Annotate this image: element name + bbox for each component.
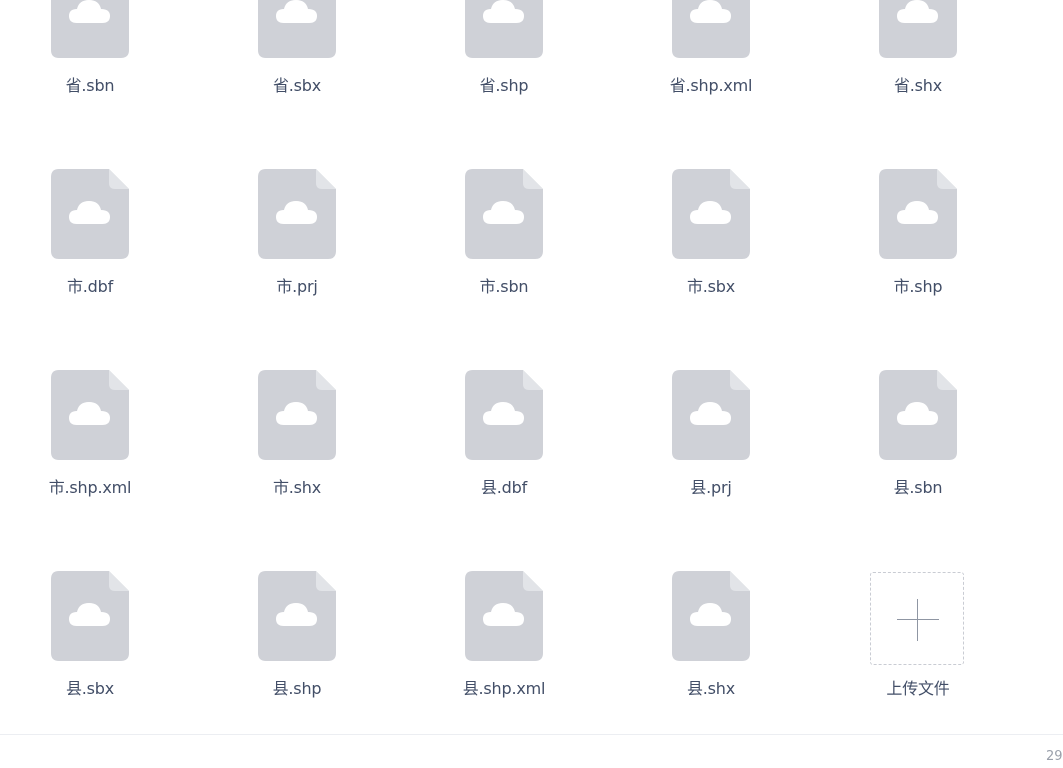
file-item[interactable]: 市.prj bbox=[217, 169, 377, 339]
file-item[interactable]: 市.dbf bbox=[10, 169, 170, 339]
file-cloud-icon bbox=[258, 370, 336, 460]
file-grid: 省.sbn 省.sbx 省.shp 省.shp.xml 省.shx 市.dbf bbox=[0, 0, 1063, 734]
file-item[interactable]: 市.shp bbox=[838, 169, 998, 339]
file-name: 省.shp.xml bbox=[669, 76, 753, 95]
file-name: 县.shx bbox=[686, 679, 736, 698]
file-cloud-icon bbox=[879, 169, 957, 259]
file-cloud-icon bbox=[465, 571, 543, 661]
file-name: 县.sbx bbox=[65, 679, 115, 698]
file-name: 县.dbf bbox=[480, 478, 528, 497]
file-item[interactable]: 市.shp.xml bbox=[10, 370, 170, 540]
file-name: 省.shx bbox=[893, 76, 943, 95]
file-name: 省.sbx bbox=[272, 76, 322, 95]
file-item[interactable]: 县.sbx bbox=[10, 571, 170, 734]
file-name: 市.shp bbox=[893, 277, 943, 296]
file-cloud-icon bbox=[879, 370, 957, 460]
file-cloud-icon bbox=[465, 169, 543, 259]
file-name: 省.sbn bbox=[65, 76, 115, 95]
file-name: 县.prj bbox=[690, 478, 732, 497]
file-name: 市.shx bbox=[272, 478, 322, 497]
file-item[interactable]: 县.shp bbox=[217, 571, 377, 734]
file-cloud-icon bbox=[51, 0, 129, 58]
file-item[interactable]: 县.shp.xml bbox=[424, 571, 584, 734]
upload-file-button[interactable]: 上传文件 bbox=[838, 571, 998, 734]
file-cloud-icon bbox=[51, 169, 129, 259]
file-item[interactable]: 省.shp bbox=[424, 0, 584, 138]
file-item[interactable]: 县.shx bbox=[631, 571, 791, 734]
file-item[interactable]: 省.sbx bbox=[217, 0, 377, 138]
file-item[interactable]: 省.shp.xml bbox=[631, 0, 791, 138]
file-item[interactable]: 县.prj bbox=[631, 370, 791, 540]
plus-icon-horizontal bbox=[897, 619, 939, 620]
file-cloud-icon bbox=[465, 370, 543, 460]
file-cloud-icon bbox=[672, 571, 750, 661]
upload-label: 上传文件 bbox=[886, 679, 950, 698]
file-name: 市.shp.xml bbox=[48, 478, 132, 497]
file-name: 县.shp bbox=[272, 679, 322, 698]
file-cloud-icon bbox=[672, 370, 750, 460]
file-item[interactable]: 市.sbx bbox=[631, 169, 791, 339]
file-cloud-icon bbox=[258, 0, 336, 58]
file-name: 市.prj bbox=[276, 277, 318, 296]
footer-divider bbox=[0, 734, 1063, 735]
file-name: 市.sbn bbox=[479, 277, 529, 296]
plus-icon[interactable] bbox=[870, 572, 964, 665]
file-name: 市.dbf bbox=[66, 277, 114, 296]
file-cloud-icon bbox=[258, 571, 336, 661]
file-item[interactable]: 省.shx bbox=[838, 0, 998, 138]
file-name: 市.sbx bbox=[686, 277, 736, 296]
file-cloud-icon bbox=[258, 169, 336, 259]
plus-icon-vertical bbox=[917, 599, 918, 641]
file-cloud-icon bbox=[879, 0, 957, 58]
file-item[interactable]: 县.sbn bbox=[838, 370, 998, 540]
file-cloud-icon bbox=[672, 0, 750, 58]
file-item[interactable]: 省.sbn bbox=[10, 0, 170, 138]
file-cloud-icon bbox=[51, 571, 129, 661]
file-item[interactable]: 县.dbf bbox=[424, 370, 584, 540]
file-name: 县.shp.xml bbox=[462, 679, 546, 698]
file-cloud-icon bbox=[465, 0, 543, 58]
file-item[interactable]: 市.shx bbox=[217, 370, 377, 540]
file-cloud-icon bbox=[51, 370, 129, 460]
footer-count: 29 bbox=[1046, 749, 1063, 764]
file-item[interactable]: 市.sbn bbox=[424, 169, 584, 339]
file-name: 县.sbn bbox=[893, 478, 943, 497]
file-name: 省.shp bbox=[479, 76, 529, 95]
file-cloud-icon bbox=[672, 169, 750, 259]
